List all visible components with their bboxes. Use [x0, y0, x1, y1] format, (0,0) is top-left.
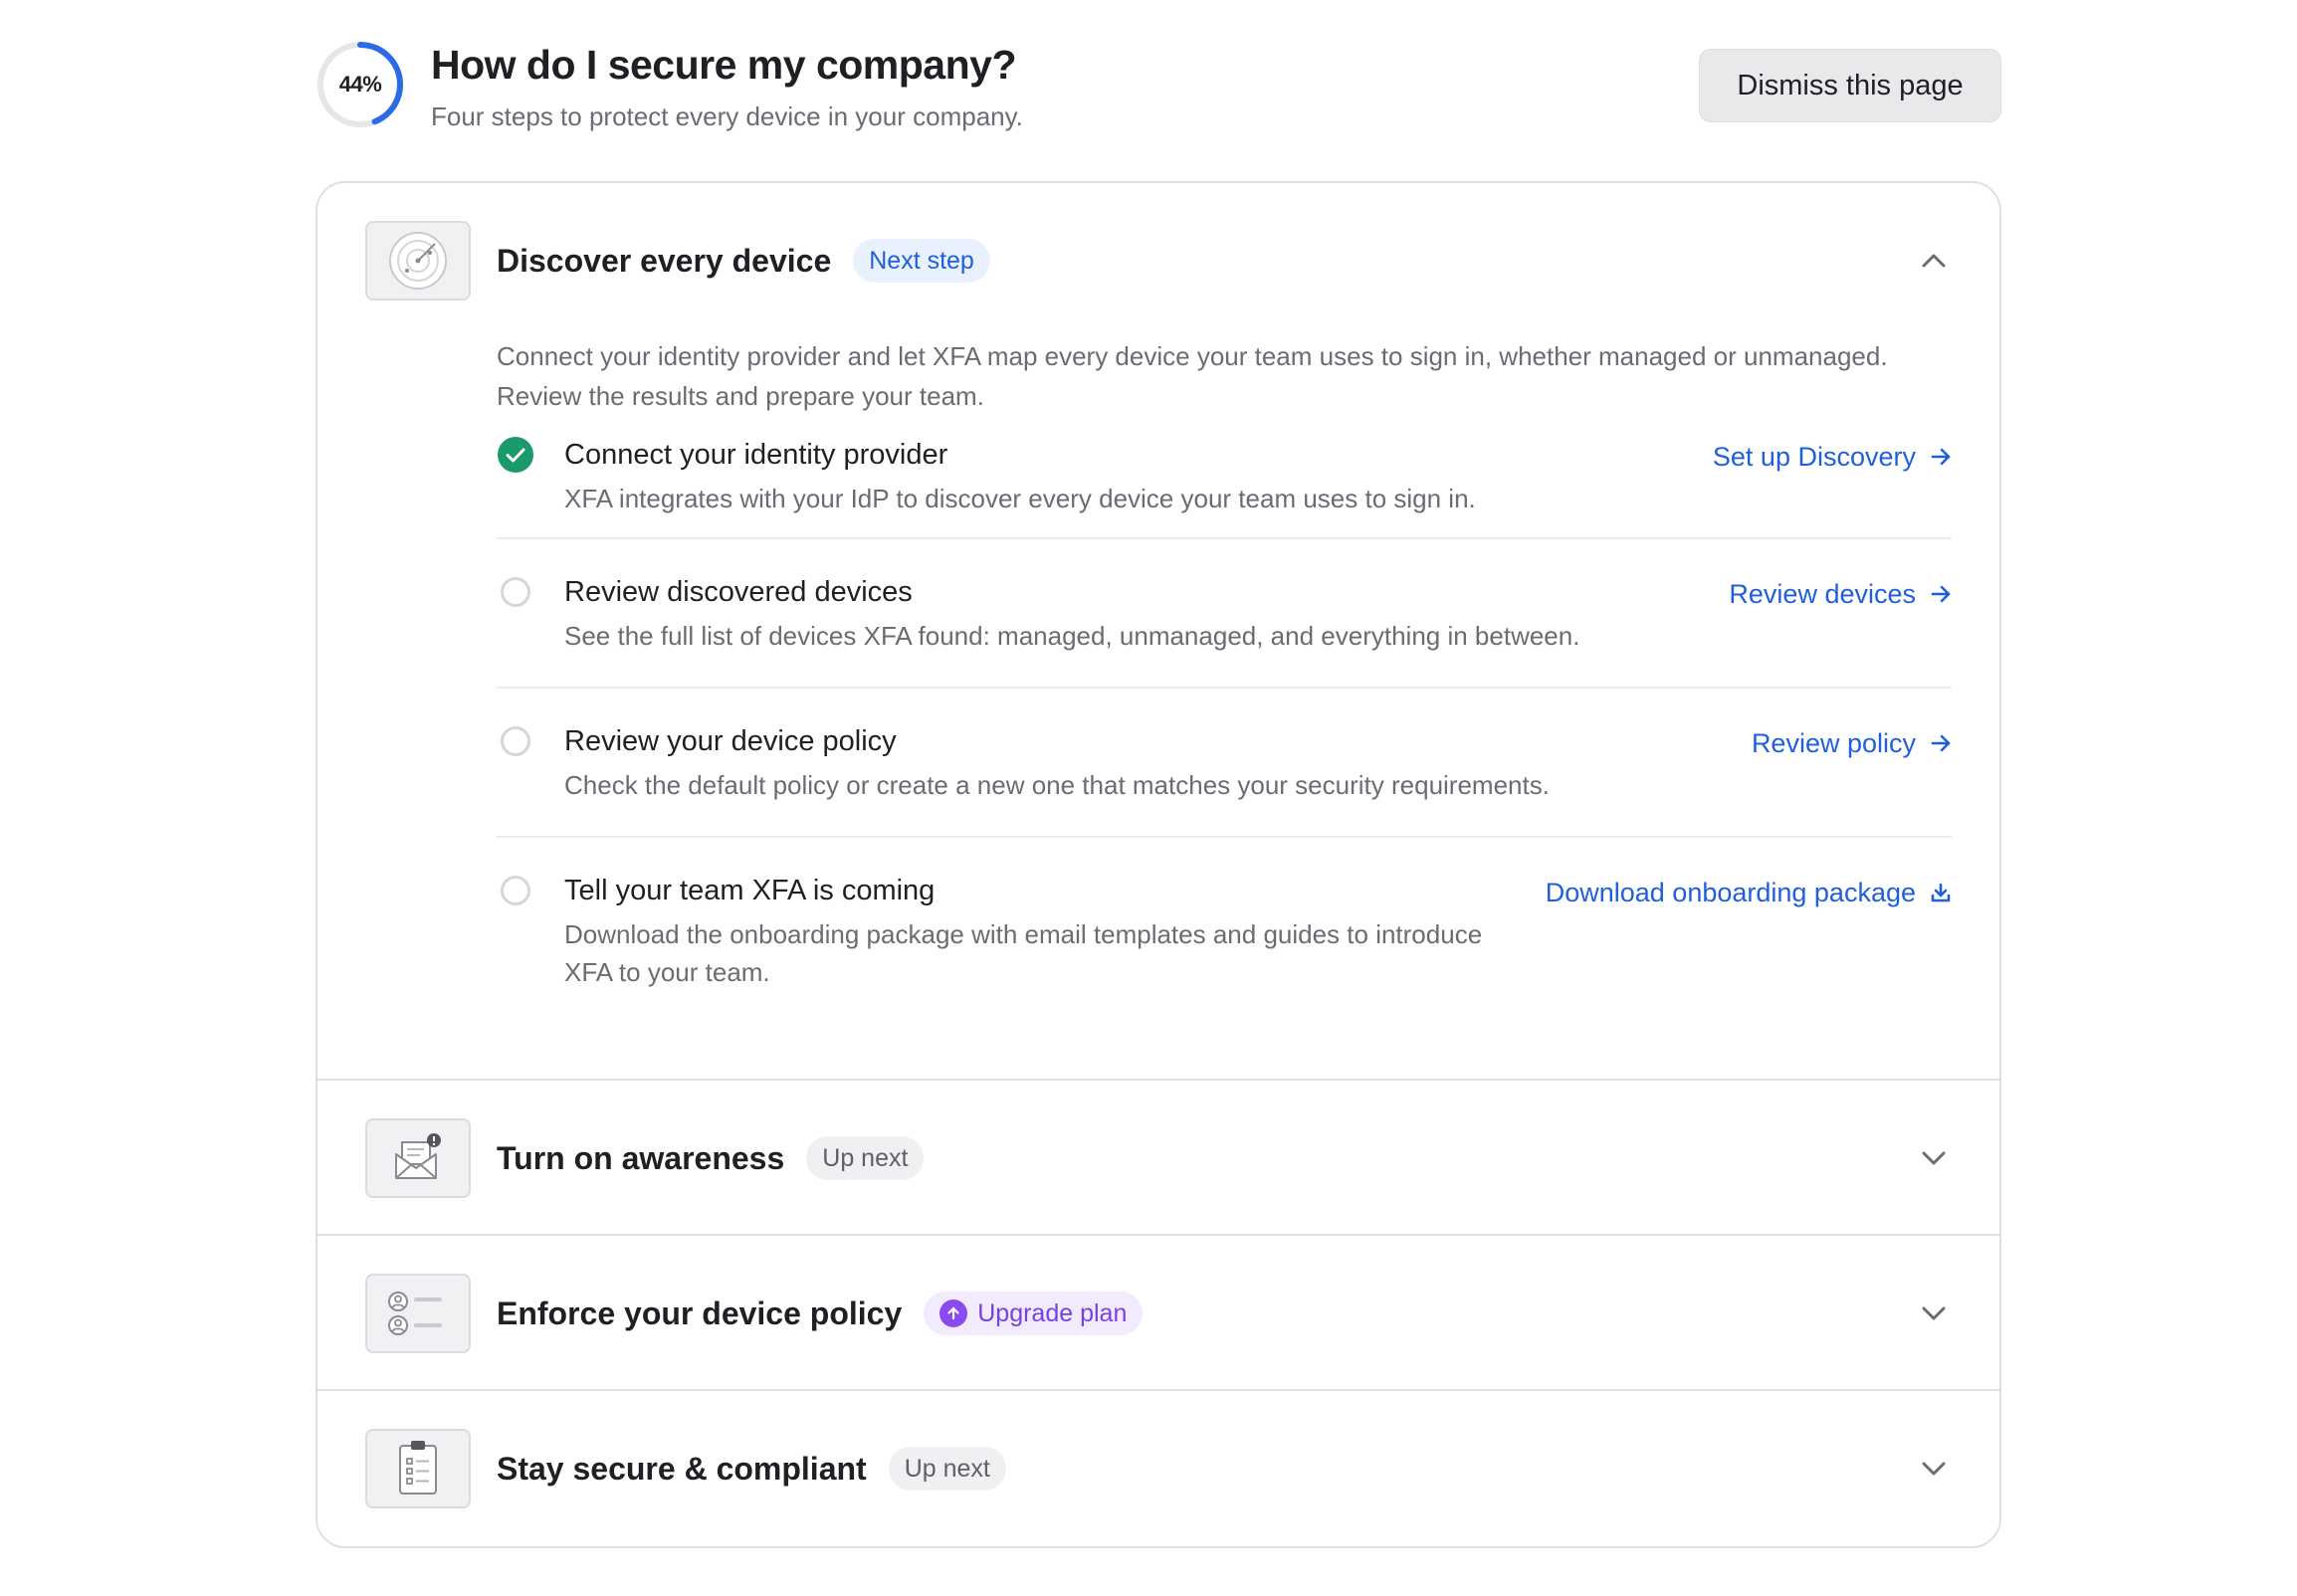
progress-percentage: 44% — [338, 72, 382, 97]
status-badge: Up next — [888, 1447, 1006, 1491]
step-connect-idp: Connect your identity provider XFA integ… — [497, 416, 1952, 539]
status-badge: Next step — [853, 239, 990, 283]
arrow-up-circle-icon — [940, 1299, 968, 1327]
chevron-up-icon[interactable] — [1916, 243, 1952, 279]
download-onboarding-package-link[interactable]: Download onboarding package — [1546, 874, 1952, 911]
section-title: Discover every device Next step — [497, 239, 990, 283]
section-header[interactable]: Stay secure & compliant Up next — [317, 1391, 1999, 1544]
section-title-text: Stay secure & compliant — [497, 1451, 867, 1487]
page-title: How do I secure my company? — [431, 42, 1017, 88]
link-label: Download onboarding package — [1545, 878, 1916, 907]
empty-circle-icon — [497, 722, 534, 760]
section-title: Stay secure & compliant Up next — [497, 1447, 1006, 1491]
arrow-right-icon — [1930, 446, 1952, 468]
review-policy-link[interactable]: Review policy — [1752, 724, 1952, 762]
set-up-discovery-link[interactable]: Set up Discovery — [1713, 438, 1952, 476]
section-discover: Discover every device Next step Connect … — [317, 183, 1999, 1081]
section-awareness: Turn on awareness Up next — [317, 1081, 1999, 1236]
page-subtitle: Four steps to protect every device in yo… — [431, 101, 1023, 131]
section-stay-secure: Stay secure & compliant Up next — [317, 1391, 1999, 1544]
section-header[interactable]: Enforce your device policy Upgrade plan — [317, 1236, 1999, 1389]
link-label: Review devices — [1729, 579, 1916, 609]
section-title-text: Turn on awareness — [497, 1140, 785, 1176]
page-header: 44% How do I secure my company? Four ste… — [315, 40, 2001, 139]
section-header[interactable]: Turn on awareness Up next — [317, 1081, 1999, 1234]
step-description: Check the default policy or create a new… — [564, 770, 1550, 800]
section-title: Turn on awareness Up next — [497, 1136, 925, 1180]
review-devices-link[interactable]: Review devices — [1729, 575, 1952, 613]
chevron-down-icon[interactable] — [1916, 1451, 1952, 1487]
section-title-text: Discover every device — [497, 243, 832, 279]
section-title: Enforce your device policy Upgrade plan — [497, 1292, 1144, 1335]
step-description: See the full list of devices XFA found: … — [564, 621, 1580, 651]
chevron-down-icon[interactable] — [1916, 1296, 1952, 1331]
onboarding-card: Discover every device Next step Connect … — [315, 181, 2001, 1548]
clipboard-checklist-icon — [365, 1429, 471, 1508]
step-tell-team: Tell your team XFA is coming Download th… — [497, 838, 1952, 1017]
section-body: Connect your identity provider and let X… — [317, 336, 1999, 1079]
arrow-right-icon — [1930, 732, 1952, 754]
arrow-right-icon — [1930, 583, 1952, 605]
empty-circle-icon — [497, 872, 534, 909]
user-list-icon — [365, 1274, 471, 1353]
link-label: Set up Discovery — [1712, 442, 1916, 472]
dismiss-page-button[interactable]: Dismiss this page — [1699, 49, 2001, 122]
status-badge: Up next — [806, 1136, 925, 1180]
download-icon — [1930, 882, 1952, 903]
envelope-alert-icon — [365, 1118, 471, 1198]
section-intro: Connect your identity provider and let X… — [497, 341, 1888, 411]
upgrade-plan-badge[interactable]: Upgrade plan — [924, 1292, 1144, 1335]
progress-ring: 44% — [315, 40, 405, 129]
step-description-line1: Download the onboarding package with ema… — [564, 919, 1483, 949]
step-title: Connect your identity provider — [564, 439, 948, 471]
step-review-policy: Review your device policy Check the defa… — [497, 689, 1952, 838]
step-title: Review discovered devices — [564, 576, 913, 608]
step-description: XFA integrates with your IdP to discover… — [564, 484, 1476, 513]
step-title: Tell your team XFA is coming — [564, 875, 936, 906]
link-label: Review policy — [1751, 728, 1916, 758]
section-enforce-policy: Enforce your device policy Upgrade plan — [317, 1236, 1999, 1391]
step-title: Review your device policy — [564, 725, 897, 757]
radar-icon — [365, 221, 471, 300]
check-circle-icon — [497, 436, 534, 474]
chevron-down-icon[interactable] — [1916, 1140, 1952, 1176]
step-review-devices: Review discovered devices See the full l… — [497, 539, 1952, 689]
empty-circle-icon — [497, 573, 534, 611]
section-title-text: Enforce your device policy — [497, 1296, 903, 1331]
badge-label: Upgrade plan — [977, 1299, 1128, 1327]
step-description-line2: XFA to your team. — [564, 957, 770, 987]
section-header[interactable]: Discover every device Next step — [317, 183, 1999, 336]
